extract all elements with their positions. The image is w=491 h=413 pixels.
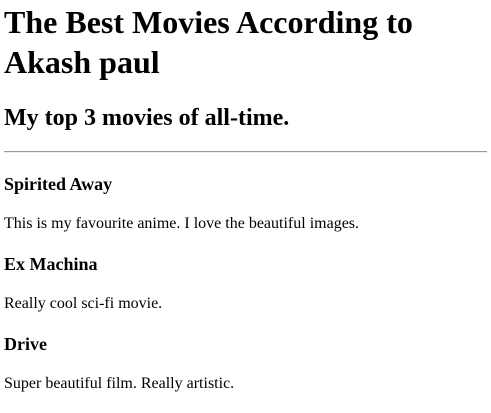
movie-description: This is my favourite anime. I love the b…: [4, 215, 360, 232]
movie-description: Really cool sci-fi movie.: [4, 295, 163, 312]
movie-title: Spirited Away: [4, 174, 113, 194]
movie-description: Super beautiful film. Really artistic.: [4, 375, 235, 392]
page-title: The Best Movies According to Akash paul: [4, 4, 413, 80]
movie-title: Ex Machina: [4, 254, 98, 274]
divider: [4, 151, 487, 153]
movie-item: Spirited Away This is my favourite anime…: [4, 173, 487, 234]
page-subtitle: My top 3 movies of all-time.: [4, 105, 290, 131]
movie-item: Ex Machina Really cool sci-fi movie.: [4, 253, 487, 314]
movie-title: Drive: [4, 334, 47, 354]
movie-item: Drive Super beautiful film. Really artis…: [4, 333, 487, 394]
movie-list: Spirited Away This is my favourite anime…: [4, 173, 487, 394]
